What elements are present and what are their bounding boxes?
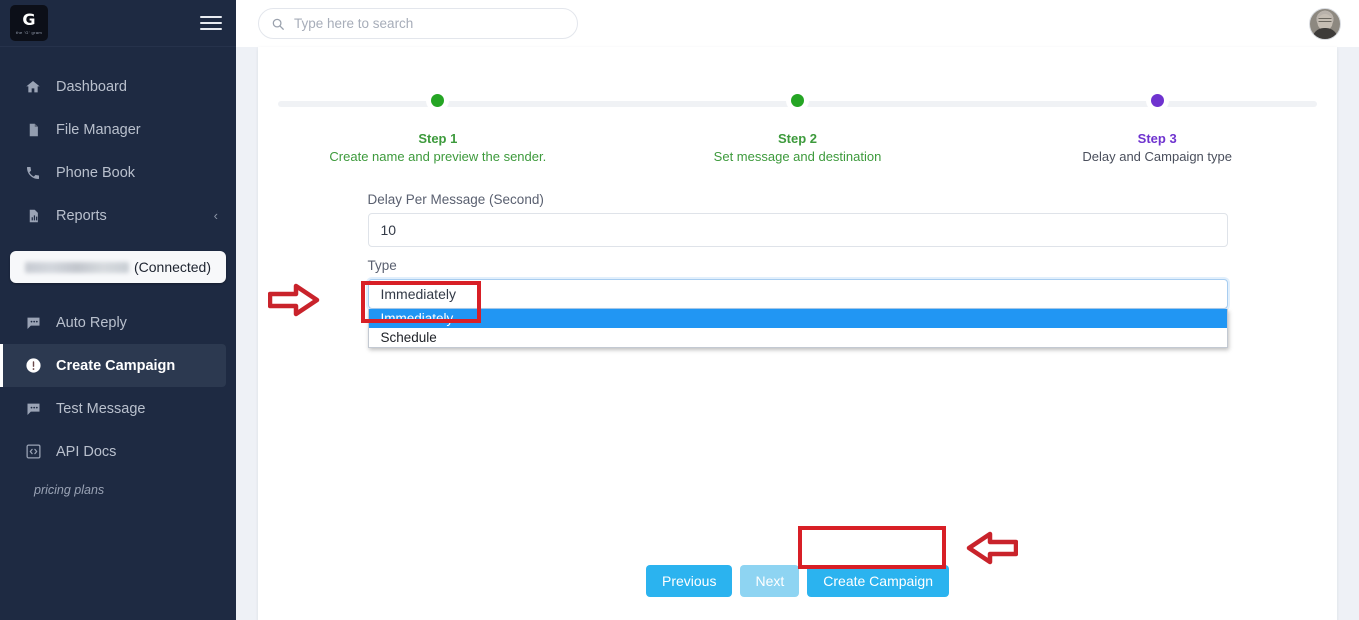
sidebar-item-reports[interactable]: Reports ‹ <box>0 194 236 237</box>
avatar-glasses <box>1318 17 1332 22</box>
dropdown-option-immediately[interactable]: Immediately <box>368 309 1227 328</box>
main-area: Step 1 Create name and preview the sende… <box>236 0 1359 620</box>
chat-bubble-icon <box>22 401 44 417</box>
content-area: Step 1 Create name and preview the sende… <box>236 47 1359 620</box>
sidebar-item-api-docs[interactable]: API Docs <box>0 430 236 473</box>
sidebar-item-label: Test Message <box>56 400 146 417</box>
step-2[interactable]: Step 2 Set message and destination <box>618 93 978 164</box>
avatar[interactable] <box>1309 7 1341 40</box>
report-chart-icon <box>22 208 44 224</box>
form-actions: Previous Next Create Campaign <box>258 565 1337 597</box>
sidebar-nav-secondary: Auto Reply Create Campaign Test Message … <box>0 301 236 473</box>
type-dropdown-list[interactable]: Immediately Schedule <box>367 309 1228 348</box>
app-logo[interactable]: G the 'G' gram <box>10 5 48 41</box>
sidebar-item-test-message[interactable]: Test Message <box>0 387 236 430</box>
search-icon <box>272 18 284 30</box>
connected-account-button[interactable]: (Connected) <box>10 251 226 283</box>
home-icon <box>22 79 44 95</box>
sidebar-item-label: Phone Book <box>56 164 136 181</box>
campaign-card: Step 1 Create name and preview the sende… <box>258 47 1337 620</box>
red-arrow-right-icon <box>268 283 320 317</box>
sidebar-item-phone-book[interactable]: Phone Book <box>0 151 236 194</box>
previous-button[interactable]: Previous <box>646 565 733 597</box>
dropdown-option-schedule[interactable]: Schedule <box>369 328 1227 347</box>
step-3[interactable]: Step 3 Delay and Campaign type <box>977 93 1337 164</box>
code-brackets-icon <box>22 443 44 460</box>
sidebar-item-label: API Docs <box>56 443 117 460</box>
next-button[interactable]: Next <box>740 565 800 597</box>
sidebar-header: G the 'G' gram <box>0 0 236 47</box>
stepper-steps: Step 1 Create name and preview the sende… <box>258 93 1337 164</box>
campaign-form: Delay Per Message (Second) Type Immediat… <box>258 164 1337 348</box>
type-select-value: Immediately <box>380 286 456 302</box>
app-root: G the 'G' gram Dashboard File Manager Ph… <box>0 0 1359 620</box>
step-1-title: Step 1 <box>418 131 458 146</box>
sidebar-nav: Dashboard File Manager Phone Book Report… <box>0 47 236 237</box>
sidebar-item-auto-reply[interactable]: Auto Reply <box>0 301 236 344</box>
document-icon <box>22 122 44 138</box>
account-name-redacted <box>24 261 129 273</box>
step-1[interactable]: Step 1 Create name and preview the sende… <box>258 93 618 164</box>
delay-label: Delay Per Message (Second) <box>367 192 544 207</box>
step-2-dot <box>791 94 804 107</box>
type-label: Type <box>367 258 397 273</box>
delay-field-group: Delay Per Message (Second) Type Immediat… <box>367 192 1228 348</box>
sidebar-item-label: Reports <box>56 207 107 224</box>
sidebar: G the 'G' gram Dashboard File Manager Ph… <box>0 0 236 620</box>
phone-icon <box>22 165 44 181</box>
search-input[interactable] <box>294 16 565 31</box>
sidebar-item-label: File Manager <box>56 121 141 138</box>
step-1-desc: Create name and preview the sender. <box>329 149 547 164</box>
pricing-plans-link[interactable]: pricing plans <box>0 473 236 497</box>
logo-letter: G <box>22 9 36 29</box>
step-3-dot <box>1150 94 1164 107</box>
create-campaign-button[interactable]: Create Campaign <box>807 565 949 597</box>
search-box[interactable] <box>258 8 578 39</box>
step-3-title: Step 3 <box>1137 131 1177 146</box>
delay-input[interactable] <box>367 213 1228 247</box>
stepper: Step 1 Create name and preview the sende… <box>258 47 1337 164</box>
avatar-body <box>1312 27 1338 39</box>
hamburger-icon[interactable] <box>200 8 222 38</box>
sidebar-item-label: Auto Reply <box>56 314 127 331</box>
step-3-desc: Delay and Campaign type <box>1082 149 1232 164</box>
hamburger-bar <box>200 15 222 19</box>
connection-status: (Connected) <box>133 259 212 275</box>
sidebar-item-file-manager[interactable]: File Manager <box>0 108 236 151</box>
step-1-dot <box>431 94 445 107</box>
chevron-left-icon: ‹ <box>213 208 218 223</box>
step-2-desc: Set message and destination <box>713 149 882 164</box>
type-select[interactable]: Immediately <box>367 279 1228 309</box>
topbar <box>236 0 1359 47</box>
sidebar-item-label: Create Campaign <box>56 357 176 374</box>
alert-circle-icon <box>22 357 44 374</box>
sidebar-item-label: Dashboard <box>56 78 127 95</box>
hamburger-bar <box>200 21 222 25</box>
logo-subtitle: the 'G' gram <box>15 29 43 35</box>
hamburger-bar <box>200 27 222 31</box>
sidebar-item-create-campaign[interactable]: Create Campaign <box>0 344 226 387</box>
sidebar-item-dashboard[interactable]: Dashboard <box>0 65 236 108</box>
chat-bubble-icon <box>22 315 44 331</box>
step-2-title: Step 2 <box>778 131 818 146</box>
red-arrow-left-icon <box>966 531 1018 565</box>
